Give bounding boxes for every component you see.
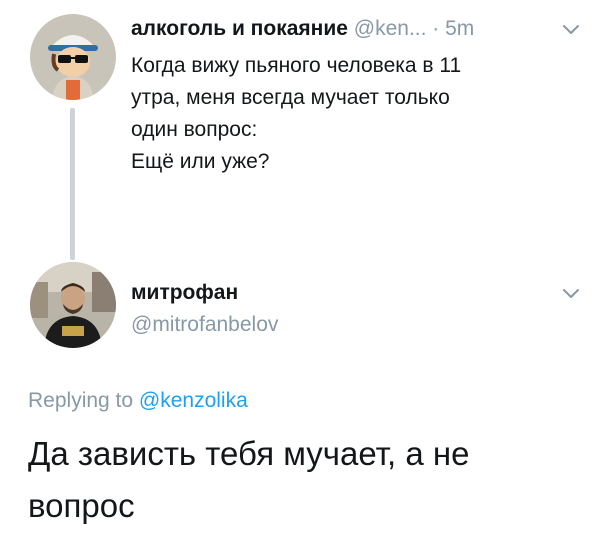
parent-tweet-line: утра, меня всегда мучает только xyxy=(131,86,450,109)
parent-tweet-line: Ещё или уже? xyxy=(131,150,270,173)
parent-tweet-header: алкоголь и покаяние @ken... · 5m xyxy=(131,14,581,44)
profile-photo-avatar-icon xyxy=(30,262,116,348)
reply-tweet-line: Да зависть тебя мучает, а не xyxy=(28,435,470,472)
reply-tweet-line: вопрос xyxy=(28,487,135,524)
parent-tweet-text: Когда вижу пьяного человека в 11 утра, м… xyxy=(131,50,571,178)
reply-author-handle[interactable]: @mitrofanbelov xyxy=(131,310,278,340)
reply-author-avatar[interactable] xyxy=(30,262,116,348)
reply-tweet-text: Да зависть тебя мучает, а не вопрос xyxy=(28,428,588,532)
reply-author-name[interactable]: митрофан xyxy=(131,278,238,308)
parent-author-avatar[interactable] xyxy=(30,14,116,100)
parent-author-handle[interactable]: @ken... xyxy=(354,17,427,40)
parent-tweet-time[interactable]: · 5m xyxy=(432,17,474,40)
chevron-down-icon[interactable] xyxy=(562,24,580,36)
parent-tweet-line: один вопрос: xyxy=(131,118,258,141)
replying-to-label: Replying to xyxy=(28,389,134,412)
chevron-down-icon[interactable] xyxy=(562,288,580,300)
replying-to-line: Replying to @kenzolika xyxy=(28,386,248,416)
parent-tweet-line: Когда вижу пьяного человека в 11 xyxy=(131,54,462,77)
thread-connector-line xyxy=(70,108,75,260)
parent-author-name[interactable]: алкоголь и покаяние xyxy=(131,17,348,40)
cartoon-character-avatar-icon xyxy=(30,14,116,100)
replying-to-mention-link[interactable]: @kenzolika xyxy=(139,389,248,412)
